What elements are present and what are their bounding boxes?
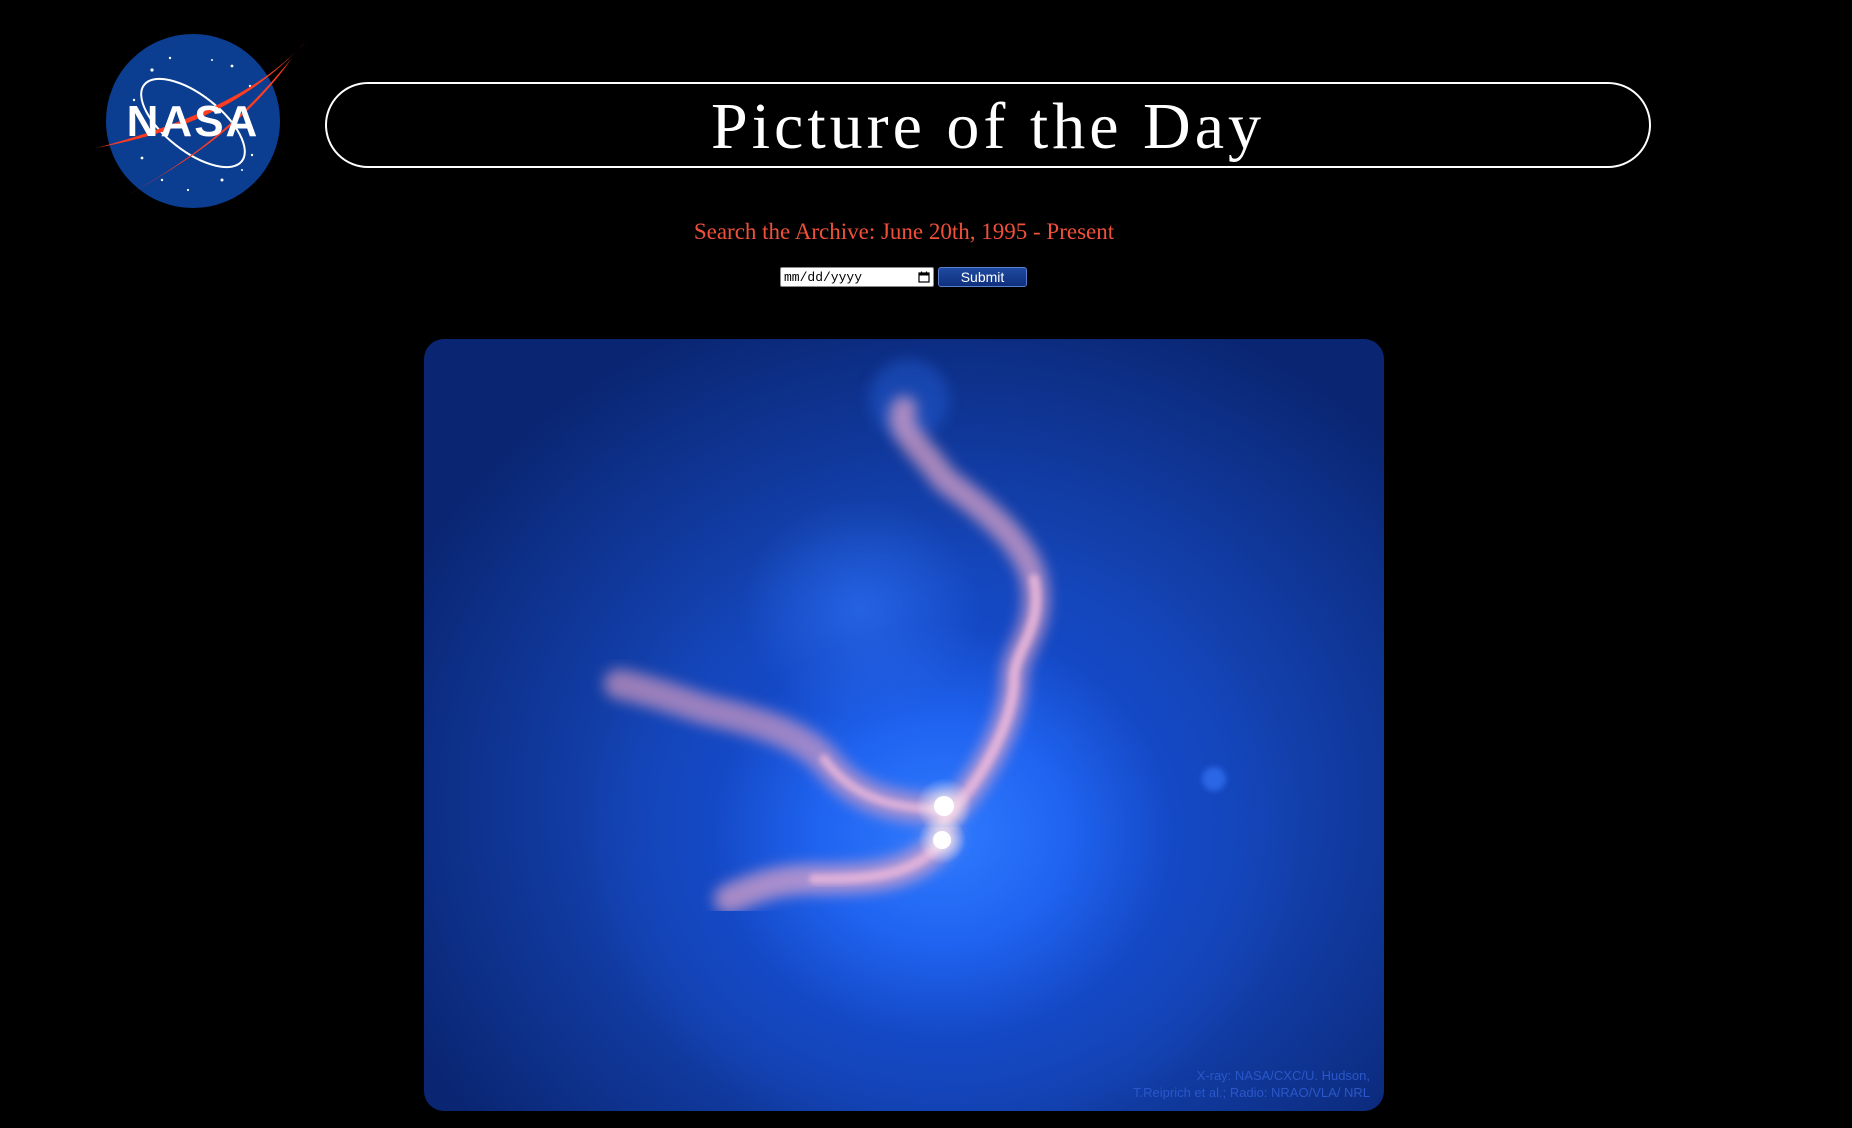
date-input[interactable]: mm/dd/yyyy [780,267,934,287]
title-banner: Picture of the Day [325,82,1651,168]
nasa-logo[interactable]: NASA [92,30,312,210]
page: NASA Picture of the Day Search the Archi… [0,0,1852,1128]
search-caption: Search the Archive: June 20th, 1995 - Pr… [693,219,1115,244]
credit-line-1: X-ray: NASA/CXC/U. Hudson, [1196,1068,1370,1083]
nasa-logo-text: NASA [127,97,260,146]
calendar-icon[interactable] [918,271,930,283]
credit-line-2: T.Reiprich et al.; Radio: NRAO/VLA/ NRL [1133,1085,1370,1100]
image-credit: X-ray: NASA/CXC/U. Hudson, T.Reiprich et… [1133,1067,1370,1101]
page-title: Picture of the Day [710,90,1265,163]
date-placeholder: mm/dd/yyyy [784,269,863,285]
radio-jets [604,359,1226,914]
search-form: mm/dd/yyyy Submit [780,267,1027,287]
picture-of-the-day: X-ray: NASA/CXC/U. Hudson, T.Reiprich et… [424,339,1384,1111]
submit-button[interactable]: Submit [938,267,1027,287]
